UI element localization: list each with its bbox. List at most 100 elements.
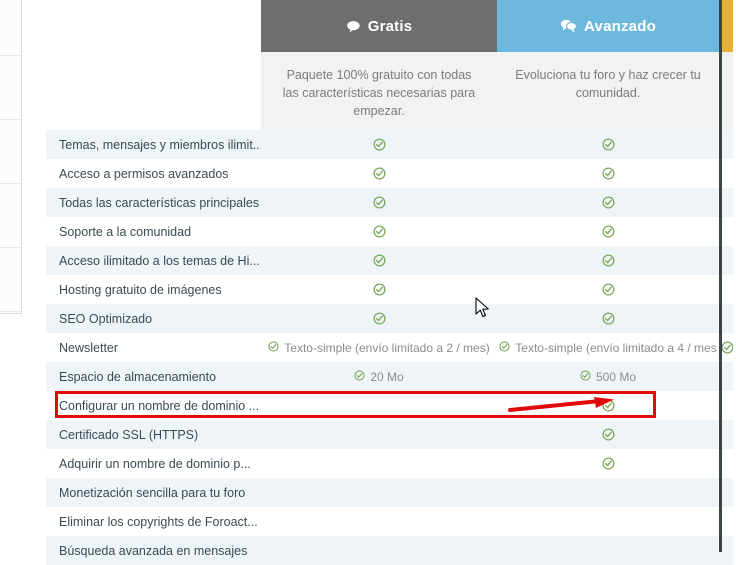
feature-name-cell: Todas las características principales [46,188,261,217]
feature-name-cell: Certificado SSL (HTTPS) [46,420,261,449]
cell-avanzado: Texto-simple (envío limitado a 4 / mes [497,333,719,362]
feature-label: Eliminar los copyrights de Foroact... [59,514,258,529]
check-icon [372,254,386,267]
table-row[interactable]: Espacio de almacenamiento 20 Mo 500 Mo [46,362,736,391]
cell-gratis: 20 Mo [261,362,497,391]
check-icon [601,225,615,238]
header-label-gratis: Gratis [367,17,413,35]
check-icon [499,340,512,354]
table-row[interactable]: iAdquirir un nombre de dominio p... [46,449,736,478]
header-cell-gratis[interactable]: Gratis [261,0,497,52]
check-icon [601,254,615,267]
feature-name-cell: iConfigurar un nombre de dominio ... [46,391,261,420]
table-subheader-row: Paquete 100% gratuito con todas las cara… [46,52,736,130]
cell-gratis [261,420,497,449]
table-row[interactable]: Acceso ilimitado a los temas de Hi... [46,246,736,275]
check-icon [601,428,615,441]
feature-label: Acceso ilimitado a los temas de Hi... [59,253,260,268]
cell-gratis [261,391,497,420]
check-icon [580,369,593,383]
feature-label: Búsqueda avanzada en mensajes [59,543,248,558]
subheader-cell-features [46,52,261,130]
feature-label: Monetización sencilla para tu foro [59,485,246,500]
table-row[interactable]: iNewsletter Texto-simple (envío limitado … [46,333,736,362]
cell-gratis [261,478,497,507]
table-row[interactable]: Certificado SSL (HTTPS) [46,420,736,449]
table-row[interactable]: Soporte a la comunidad [46,217,736,246]
table-body: Temas, mensajes y miembros ilimit... Acce… [46,130,736,565]
cell-gratis [261,217,497,246]
table-row[interactable]: Temas, mensajes y miembros ilimit... [46,130,736,159]
feature-label: Acceso a permisos avanzados [59,166,229,181]
table-header-row: Gratis Avanzado [46,0,736,52]
check-icon [354,369,367,383]
cell-gratis [261,188,497,217]
cell-gratis [261,159,497,188]
cell-avanzado [497,420,719,449]
cell-gratis [261,449,497,478]
cell-avanzado [497,246,719,275]
cell-avanzado [497,478,719,507]
table-row[interactable]: Hosting gratuito de imágenes [46,275,736,304]
cell-avanzado [497,130,719,159]
check-icon [601,457,615,470]
cell-gratis [261,536,497,565]
left-side-panel [0,0,22,314]
cell-avanzado [497,188,719,217]
cell-value-text: Texto-simple (envío limitado a 4 / mes [499,340,717,355]
header-cell-avanzado[interactable]: Avanzado [497,0,719,52]
cell-value-text: Texto-simple (envío limitado a 2 / mes) [268,341,490,355]
arrow-annotation [508,397,614,412]
left-panel-row [0,56,21,120]
check-icon [372,138,386,151]
table-row[interactable]: Todas las características principales [46,188,736,217]
double-speech-bubble-icon [560,19,577,33]
feature-name-cell: iMonetización sencilla para tu foro [46,478,261,507]
cell-gratis [261,507,497,536]
check-icon [372,283,386,296]
table-row[interactable]: iConfigurar un nombre de dominio ... [46,391,736,420]
table-row[interactable]: Acceso a permisos avanzados [46,159,736,188]
table-row[interactable]: iMonetización sencilla para tu foro [46,478,736,507]
table-row[interactable]: Búsqueda avanzada en mensajes [46,536,736,565]
cell-avanzado [497,275,719,304]
check-icon [372,167,386,180]
cell-avanzado [497,536,719,565]
feature-label: Certificado SSL (HTTPS) [59,427,199,442]
feature-name-cell: Eliminar los copyrights de Foroact... [46,507,261,536]
table-row[interactable]: SEO Optimizado [46,304,736,333]
feature-name-cell: iAdquirir un nombre de dominio p... [46,449,261,478]
cell-avanzado: 500 Mo [497,362,719,391]
feature-label: Adquirir un nombre de dominio p... [59,456,251,471]
feature-label: Espacio de almacenamiento [59,369,217,384]
cell-value-text: 500 Mo [580,370,636,384]
check-icon [721,341,733,354]
left-panel-row [0,184,21,248]
feature-label: Configurar un nombre de dominio ... [59,398,260,413]
check-icon [601,196,615,209]
check-icon [372,225,386,238]
cell-avanzado [497,304,719,333]
subheader-description-avanzado: Evoluciona tu foro y haz crecer tu comun… [497,52,719,130]
left-panel-row [0,0,21,56]
cell-avanzado [497,159,719,188]
column-separator [719,0,722,552]
check-icon [601,167,615,180]
feature-label: Hosting gratuito de imágenes [59,282,222,297]
feature-label: SEO Optimizado [59,311,153,326]
feature-name-cell: Soporte a la comunidad [46,217,261,246]
feature-label: Newsletter [59,340,119,355]
header-label-avanzado: Avanzado [584,17,656,35]
feature-name-cell: Búsqueda avanzada en mensajes [46,536,261,565]
subheader-description-gratis: Paquete 100% gratuito con todas las cara… [261,52,497,130]
check-icon [601,312,615,325]
table-row[interactable]: Eliminar los copyrights de Foroact... [46,507,736,536]
feature-name-cell: Temas, mensajes y miembros ilimit... [46,130,261,159]
check-icon [601,138,615,151]
speech-bubble-icon [346,20,361,33]
cell-gratis: Texto-simple (envío limitado a 2 / mes) [261,333,497,362]
left-panel-row [0,248,21,312]
feature-name-cell: Acceso ilimitado a los temas de Hi... [46,246,261,275]
feature-name-cell: Espacio de almacenamiento [46,362,261,391]
mouse-cursor [475,297,489,318]
